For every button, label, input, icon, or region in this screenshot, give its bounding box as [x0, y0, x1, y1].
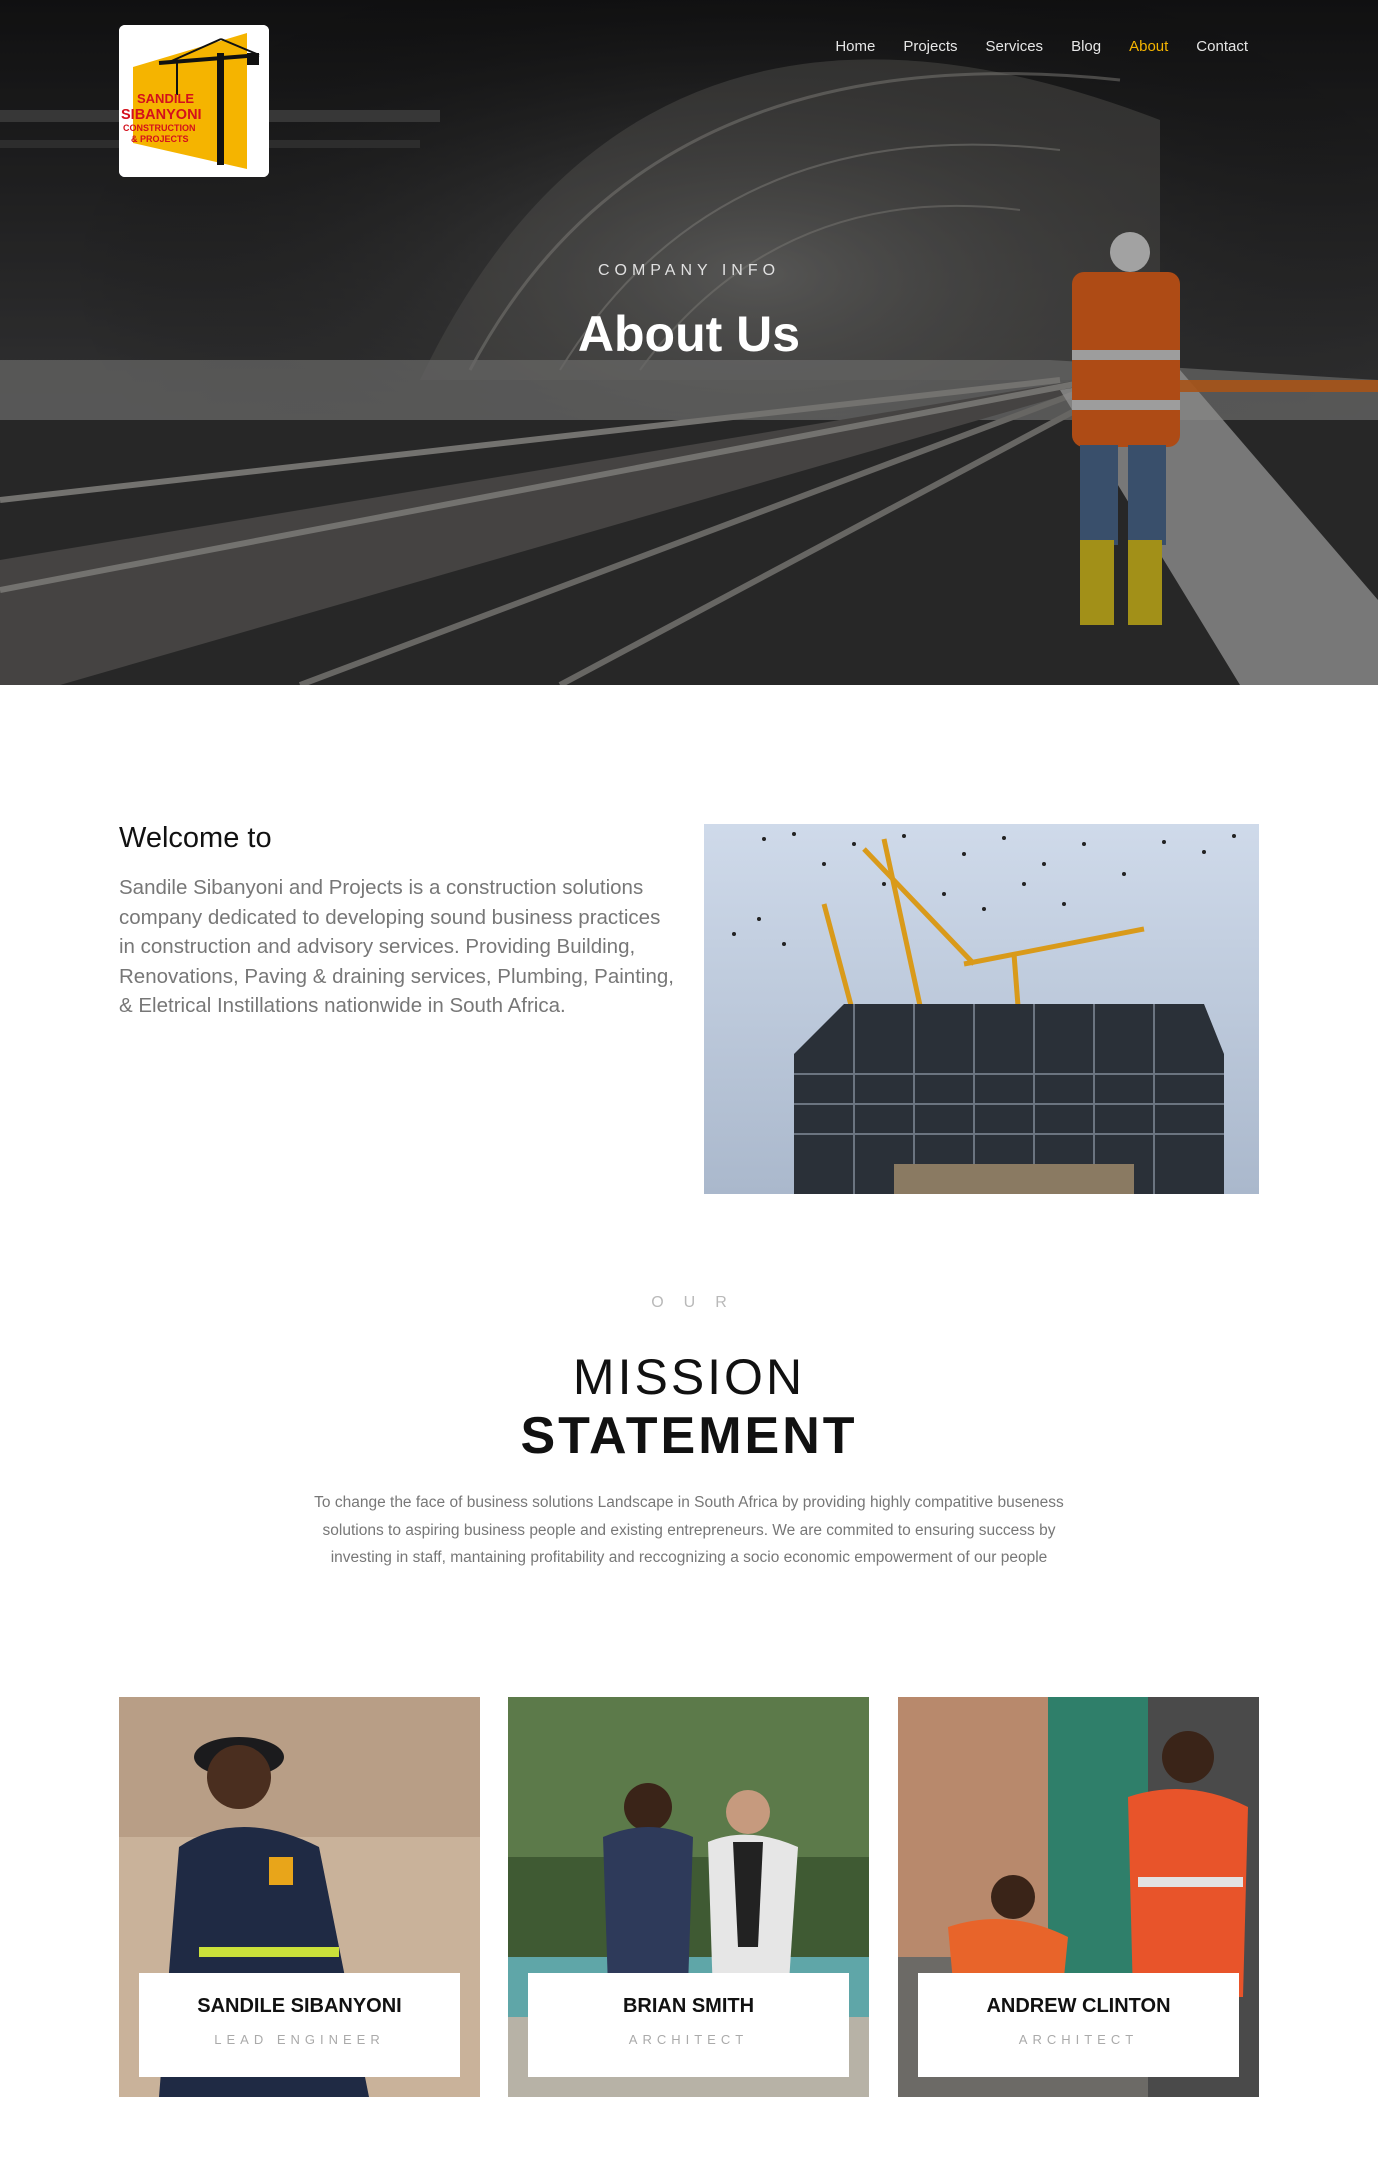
mission-title-line1: MISSION	[572, 1349, 806, 1405]
welcome-section: Welcome to Sandile Sibanyoni and Project…	[119, 822, 679, 1021]
hero-eyebrow: COMPANY INFO	[597, 262, 781, 279]
team-member-name: ANDREW CLINTON	[986, 1995, 1171, 2017]
nav-item-home[interactable]: Home	[835, 37, 875, 57]
page-title: About Us	[577, 306, 801, 362]
team-card[interactable]: BRIAN SMITH ARCHITECT	[508, 1697, 869, 2097]
svg-text:SANDILE: SANDILE	[137, 91, 194, 106]
nav-item-contact[interactable]: Contact	[1196, 37, 1248, 57]
welcome-heading: Welcome to	[119, 822, 272, 854]
team-card-label: SANDILE SIBANYONI LEAD ENGINEER	[139, 1973, 460, 2077]
team-card[interactable]: SANDILE SIBANYONI LEAD ENGINEER	[119, 1697, 480, 2097]
svg-text:SIBANYONI: SIBANYONI	[121, 107, 202, 123]
nav-item-about[interactable]: About	[1129, 37, 1168, 57]
svg-text:CONSTRUCTION: CONSTRUCTION	[123, 123, 196, 133]
mission-body: To change the face of business solutions…	[314, 1494, 1064, 1566]
main-nav: Home Projects Services Blog About Contac…	[807, 37, 1248, 57]
mission-eyebrow: OUR	[651, 1294, 747, 1311]
nav-item-services[interactable]: Services	[986, 37, 1044, 57]
site-logo[interactable]: SANDILE SIBANYONI CONSTRUCTION & PROJECT…	[119, 25, 269, 177]
team-member-role: ARCHITECT	[628, 2032, 749, 2047]
hero-banner: SANDILE SIBANYONI CONSTRUCTION & PROJECT…	[0, 0, 1378, 685]
team-member-role: LEAD ENGINEER	[214, 2032, 385, 2047]
mission-title-line2: STATEMENT	[520, 1407, 858, 1465]
cranes-image	[704, 824, 1259, 1194]
nav-item-blog[interactable]: Blog	[1071, 37, 1101, 57]
team-card-label: ANDREW CLINTON ARCHITECT	[918, 1973, 1239, 2077]
welcome-body: Sandile Sibanyoni and Projects is a cons…	[119, 876, 674, 1017]
nav-item-projects[interactable]: Projects	[903, 37, 957, 57]
team-member-name: SANDILE SIBANYONI	[197, 1995, 402, 2017]
crane-logo-icon: SANDILE SIBANYONI CONSTRUCTION & PROJECT…	[119, 25, 269, 177]
team-member-role: ARCHITECT	[1018, 2032, 1139, 2047]
svg-text:& PROJECTS: & PROJECTS	[131, 134, 189, 144]
team-member-name: BRIAN SMITH	[622, 1995, 755, 2017]
team-card[interactable]: ANDREW CLINTON ARCHITECT	[898, 1697, 1259, 2097]
team-card-label: BRIAN SMITH ARCHITECT	[528, 1973, 849, 2077]
